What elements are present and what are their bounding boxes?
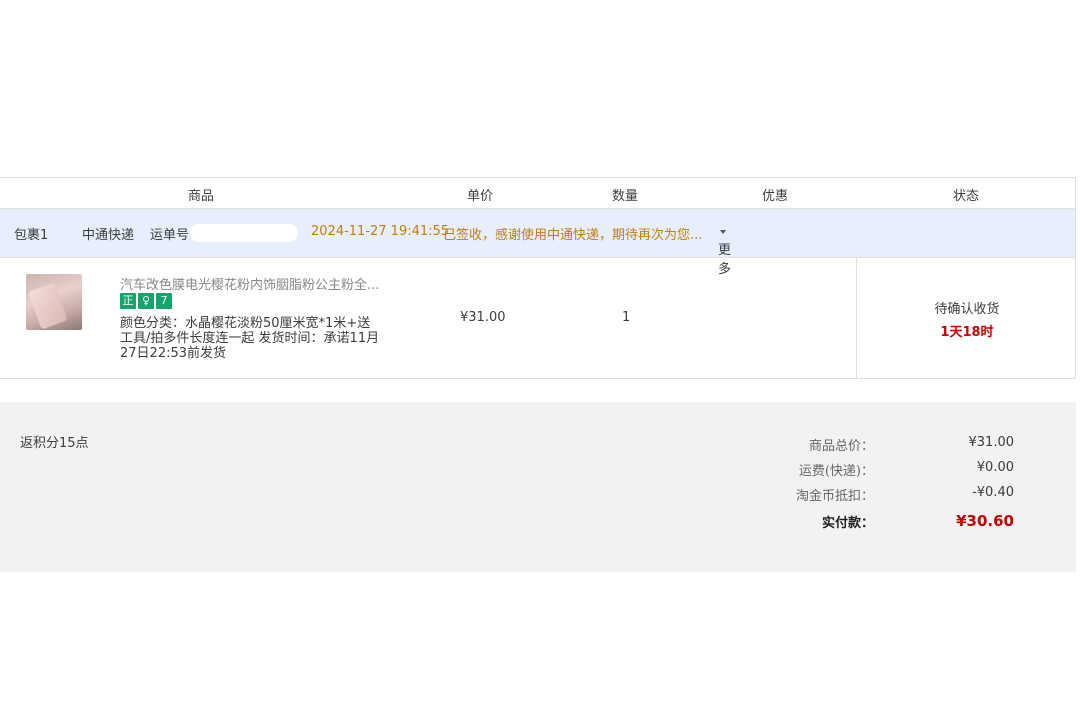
coin-deduction-label: 淘金币抵扣： [795, 489, 874, 504]
paid-total-value: ¥30.60 [956, 512, 1014, 530]
header-product: 商品 [188, 189, 215, 204]
countdown-text: 1天18时 [940, 325, 994, 340]
header-discount: 优惠 [762, 189, 789, 204]
chevron-down-icon [720, 229, 726, 234]
goods-total-label: 商品总价： [808, 439, 874, 454]
shipping-label: 运费(快递)： [798, 464, 874, 479]
item-quantity: 1 [622, 310, 631, 325]
seven-day-return-badge-icon[interactable]: 7 [156, 293, 172, 309]
tracking-datetime: 2024-11-27 19:41:55 [311, 224, 450, 239]
package-label: 包裹1 [14, 228, 49, 243]
tracking-number-redacted [190, 224, 298, 242]
product-thumbnail[interactable] [26, 274, 82, 330]
sku-info: 颜色分类：水晶樱花淡粉50厘米宽*1米+送工具/拍多件长度连一起 发货时间：承诺… [120, 316, 382, 361]
more-dropdown[interactable]: 更多 [718, 224, 731, 277]
goods-total-value: ¥31.00 [968, 435, 1015, 450]
reward-points: 返积分15点 [20, 436, 89, 451]
service-badges: 正 ♀ 7 [120, 293, 174, 309]
header-unit-price: 单价 [467, 189, 494, 204]
genuine-badge-icon[interactable]: 正 [120, 293, 136, 309]
package-bar: 包裹1 中通快递 运单号 2024-11-27 19:41:55 已签收，感谢使… [0, 209, 1076, 277]
tracking-message: 已签收，感谢使用中通快递，期待再次为您... [443, 228, 703, 243]
header-quantity: 数量 [612, 189, 639, 204]
order-panel: 商品 单价 数量 优惠 状态 包裹1 中通快递 运单号 2024-11-27 1… [0, 177, 1076, 379]
unit-price: ¥31.00 [460, 310, 506, 325]
header-status: 状态 [953, 189, 980, 204]
coin-deduction-value: -¥0.40 [972, 485, 1014, 500]
table-header: 商品 单价 数量 优惠 状态 [0, 177, 1076, 209]
carrier-name: 中通快递 [82, 228, 135, 243]
protection-badge-icon[interactable]: ♀ [138, 293, 154, 309]
shipping-value: ¥0.00 [976, 460, 1014, 475]
product-title-link[interactable]: 汽车改色膜电光樱花粉内饰胭脂粉公主粉全... [120, 274, 390, 293]
order-item-row: 汽车改色膜电光樱花粉内饰胭脂粉公主粉全... 正 ♀ 7 颜色分类：水晶樱花淡粉50… [0, 257, 1076, 379]
column-divider [856, 258, 857, 378]
payment-summary: 返积分15点 商品总价： ¥31.00 运费(快递)： ¥0.00 淘金币抵扣：… [0, 402, 1076, 572]
paid-total-label: 实付款： [821, 516, 874, 531]
order-status: 待确认收货 1天18时 [858, 298, 1076, 340]
tracking-label: 运单号 [150, 228, 190, 243]
sku-label: 颜色分类： [120, 316, 186, 331]
status-text: 待确认收货 [934, 302, 1000, 317]
ship-time-label: 发货时间： [258, 331, 324, 346]
